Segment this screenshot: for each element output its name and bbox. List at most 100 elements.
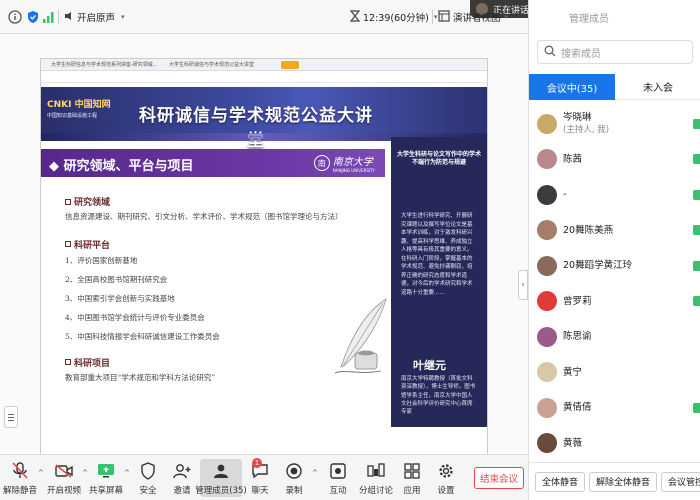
platform-item: 4、中国图书馆学会统计与评价专业委员会 [65, 312, 205, 322]
university-name-en: NANJING UNIVERSITY [332, 168, 375, 173]
avatar [537, 433, 557, 454]
chevron-down-icon[interactable]: ▾ [121, 13, 125, 21]
reaction-icon [328, 461, 348, 481]
meeting-control-button[interactable]: 会议管控 [661, 471, 700, 492]
member-role: (主持人, 我) [563, 125, 610, 136]
platform-item: 2、全国高校图书馆期刊研究会 [65, 274, 168, 284]
shield-icon [138, 461, 158, 481]
slide-title: 科研诚信与学术规范公益大讲堂 [139, 106, 373, 151]
start-video-button[interactable]: 开启视频 [44, 461, 84, 496]
screen-share-area: 大学生科研信息与学术规范系列讲座-研究领域... 大学生科研诚信与学术规范公益大… [0, 34, 528, 495]
share-screen-icon [96, 461, 116, 481]
unmute-button[interactable]: 解除静音 [0, 461, 40, 496]
lecture-topic: 大学生科研与论文写作中的学术不端行为防范与规避 [397, 151, 482, 167]
panel-title: 管理成员 [569, 14, 609, 25]
meeting-timer[interactable]: 12:39(60分钟) ▾ [349, 9, 438, 25]
platform-item: 3、中国索引学会创新与实践基地 [65, 293, 175, 303]
member-row[interactable]: 陈思谕 [529, 319, 700, 355]
presentation-slide: CNKI 中国知网 中国知识基础设施工程 科研诚信与学术规范公益大讲堂 ◆ 研究… [41, 87, 487, 495]
avatar [537, 291, 557, 312]
avatar [537, 362, 557, 383]
end-meeting-button[interactable]: 结束会议 [474, 467, 524, 489]
audio-active-indicator [693, 154, 700, 165]
share-screen-button[interactable]: 共享屏幕 [86, 461, 126, 496]
tab-in-meeting[interactable]: 会议中(35) [529, 74, 615, 100]
member-row[interactable]: 岑晓琳 (主持人, 我) [529, 106, 700, 142]
member-row[interactable]: 黄倩倩 [529, 390, 700, 426]
settings-button[interactable]: 设置 [426, 461, 466, 496]
logo-subtitle: 中国知识基础设施工程 [47, 113, 98, 119]
unmute-label: 解除静音 [2, 486, 37, 496]
avatar [537, 113, 557, 134]
member-row[interactable]: 20舞蹈学黄江玲 [529, 248, 700, 284]
member-name: 黄宁 [563, 366, 583, 378]
browser-url-bar [41, 71, 487, 83]
member-text: 岑晓琳 (主持人, 我) [563, 112, 609, 135]
unmute-all-button[interactable]: 解除全体静音 [589, 471, 658, 492]
shared-browser-window: 大学生科研信息与学术规范系列讲座-研究领域... 大学生科研诚信与学术规范公益大… [40, 58, 488, 495]
hourglass-icon [349, 9, 361, 25]
denoise-toggle[interactable]: 开启原声 ▾ [64, 10, 125, 24]
member-text: 陈思谕 [563, 331, 592, 342]
original-sound-icon [64, 11, 74, 24]
record-button[interactable]: 录制 [274, 461, 314, 496]
member-row[interactable]: 陈茜 [529, 142, 700, 178]
tab-not-joined[interactable]: 未入会 [615, 74, 700, 100]
grid-view-icon [438, 9, 450, 25]
interact-label: 互动 [329, 486, 347, 496]
project-text: 教育部重大项目“学术规范和学科方法论研究” [65, 372, 216, 382]
browser-tab: 大学生科研信息与学术规范系列讲座-研究领域... [51, 62, 158, 68]
member-text: 曾罗莉 [563, 296, 592, 307]
member-name: 曾罗莉 [563, 295, 592, 307]
lecture-description: 大学生进行科学研究、开展研究课题以及撰写学位论文是基本学术训练，对于激发科研兴趣… [401, 213, 473, 296]
bottom-toolbar: 解除静音 ^ 开启视频 ^ 共享屏幕 ^ 安全 邀请 管理成员(35) 1 聊天… [0, 454, 528, 500]
panel-actions: 全体静音 解除全体静音 会议管控 [529, 462, 700, 500]
shield-icon[interactable] [26, 10, 40, 24]
info-icon[interactable] [8, 10, 22, 24]
audio-active-indicator [693, 402, 700, 413]
member-row[interactable]: - [529, 177, 700, 213]
avatar [537, 149, 557, 170]
floating-menu-handle[interactable] [4, 406, 18, 428]
mute-all-button[interactable]: 全体静音 [535, 471, 586, 492]
member-name: 20舞陈美燕 [563, 224, 614, 236]
chevron-down-icon[interactable]: ▾ [505, 13, 509, 21]
member-row[interactable]: 黄宁 [529, 355, 700, 391]
member-row[interactable]: 曾罗莉 [529, 284, 700, 320]
member-name: 陈茜 [563, 153, 583, 165]
speaker-info-panel: 大学生科研与论文写作中的学术不端行为防范与规避 大学生进行科学研究、开展研究课题… [391, 137, 487, 427]
square-bullet-icon [65, 359, 71, 366]
signal-icon[interactable] [42, 10, 56, 24]
member-name: 黄薇 [563, 437, 583, 449]
security-label: 安全 [139, 486, 157, 496]
manage-members-button[interactable]: 管理成员(35) [195, 459, 247, 497]
breakout-button[interactable]: 分组讨论 [356, 461, 396, 496]
speaker-view-button[interactable]: 演讲者视图 ▾ [438, 9, 509, 25]
chevron-up-icon[interactable]: ^ [38, 469, 44, 477]
avatar [537, 184, 557, 205]
member-row[interactable]: 20舞陈美燕 [529, 213, 700, 249]
denoise-label: 开启原声 [77, 13, 116, 24]
record-label: 录制 [285, 486, 303, 496]
audio-active-indicator [693, 225, 700, 236]
chevron-down-icon[interactable]: ▾ [434, 13, 438, 21]
settings-label: 设置 [437, 486, 455, 496]
interact-button[interactable]: 互动 [318, 461, 358, 496]
member-text: - [563, 189, 566, 200]
member-name: - [563, 189, 567, 201]
chevron-up-icon[interactable]: ^ [312, 469, 318, 477]
browser-badge [281, 61, 299, 69]
member-text: 20舞蹈学黄江玲 [563, 260, 632, 271]
member-row[interactable]: 黄薇 [529, 426, 700, 462]
search-placeholder: 搜索成员 [561, 48, 601, 60]
breakout-label: 分组讨论 [358, 486, 393, 496]
video-label: 开启视频 [46, 486, 81, 496]
collapse-panel-handle[interactable]: ‹ [518, 270, 528, 300]
avatar [537, 397, 557, 418]
section-header: ◆ 研究领域、平台与项目 南 南京大学 NANJING UNIVERSITY [41, 149, 385, 177]
nju-logo: 南 南京大学 NANJING UNIVERSITY [313, 153, 375, 173]
member-text: 黄薇 [563, 438, 582, 449]
member-search-input[interactable]: 搜索成员 [537, 40, 693, 64]
square-bullet-icon [65, 198, 71, 205]
apps-grid-icon [402, 461, 422, 481]
